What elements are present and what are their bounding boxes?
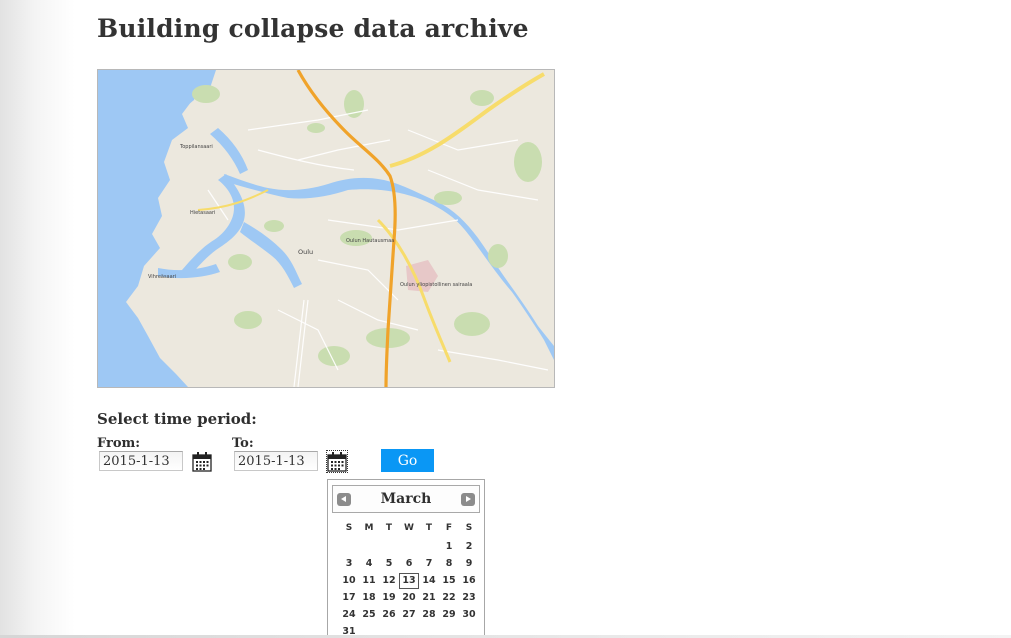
calendar-empty-cell [379,539,399,555]
calendar-day[interactable]: 23 [459,590,479,606]
weekday-label: T [425,523,433,533]
weekday-label: S [465,523,473,533]
weekday-header-row: S M T W T F S [339,520,479,536]
triangle-right-icon[interactable] [461,493,475,506]
calendar-day[interactable]: 10 [339,573,359,589]
calendar-day-selected[interactable]: 13 [399,572,419,589]
from-label: From: [97,436,141,451]
calendar-day[interactable]: 21 [419,590,439,606]
calendar-empty-cell [339,539,359,555]
calendar-week-row: 12 [339,538,479,555]
calendar-day[interactable]: 7 [419,556,439,572]
calendar-day[interactable]: 30 [459,607,479,623]
calendar-day[interactable]: 4 [359,556,379,572]
calendar-header: March [332,485,480,513]
calendar-day[interactable]: 29 [439,607,459,623]
calendar-popup: March S M T W T F S 1 2 3 4 5 6 7 8 9 10 11 12 13 14 1… [327,479,485,638]
calendar-day[interactable]: 3 [339,556,359,572]
calendar-day[interactable]: 15 [439,573,459,589]
weekday-label: S [345,523,353,533]
calendar-day[interactable]: 22 [439,590,459,606]
calendar-grid: S M T W T F S 1 2 3 4 5 6 7 8 9 10 11 12 13 14 15 16 17 1… [339,520,479,638]
calendar-day[interactable]: 11 [359,573,379,589]
to-label: To: [232,436,254,451]
calendar-empty-cell [399,539,419,555]
calendar-day[interactable]: 25 [359,607,379,623]
calendar-week-row: 10 11 12 13 14 15 16 [339,572,479,589]
calendar-day[interactable]: 16 [459,573,479,589]
calendar-day[interactable]: 14 [419,573,439,589]
calendar-month-title: March [380,491,432,507]
map-label-hospital: Oulun yliopistollinen sairaala [400,282,472,288]
calendar-week-row: 3456789 [339,555,479,572]
calendar-empty-cell [419,539,439,555]
go-button[interactable]: Go [381,449,434,472]
map[interactable]: Toppilansaari Hietasaari Vihreäsaari Oul… [97,69,555,388]
page-title: Building collapse data archive [97,14,529,43]
calendar-day[interactable]: 20 [399,590,419,606]
calendar-day[interactable]: 8 [439,556,459,572]
to-calendar-button[interactable] [326,450,348,473]
calendar-day[interactable]: 18 [359,590,379,606]
weekday-label: M [364,523,374,533]
calendar-day[interactable]: 9 [459,556,479,572]
calendar-day[interactable]: 6 [399,556,419,572]
calendar-day[interactable]: 1 [439,539,459,555]
calendar-day[interactable]: 28 [419,607,439,623]
calendar-day[interactable]: 26 [379,607,399,623]
from-date-input[interactable] [99,451,183,471]
map-label-oulu: Oulu [298,248,313,256]
calendar-day[interactable]: 5 [379,556,399,572]
to-date-input[interactable] [234,451,318,471]
calendar-week-row: 24 25 26 27 28 29 30 [339,606,479,623]
calendar-day[interactable]: 24 [339,607,359,623]
calendar-day[interactable]: 2 [459,539,479,555]
calendar-day[interactable]: 12 [379,573,399,589]
map-label-toppilansaari: Toppilansaari [179,144,213,150]
calendar-icon [327,452,347,472]
calendar-empty-cell [359,539,379,555]
map-label-vihreasaari: Vihreäsaari [148,274,176,280]
calendar-day[interactable]: 27 [399,607,419,623]
map-label-hietasaari: Hietasaari [190,210,215,216]
from-calendar-button[interactable] [192,451,212,472]
map-image: Toppilansaari Hietasaari Vihreäsaari Oul… [98,70,554,387]
map-label-cemetery: Oulun Hautausmaa [346,238,394,244]
calendar-icon [192,452,212,472]
time-period-heading: Select time period: [97,410,257,428]
weekday-label: T [385,523,393,533]
calendar-day[interactable]: 17 [339,590,359,606]
calendar-week-row: 17 18 19 20 21 22 23 [339,589,479,606]
weekday-label: F [445,523,453,533]
weekday-label: W [404,523,414,533]
calendar-day[interactable]: 19 [379,590,399,606]
